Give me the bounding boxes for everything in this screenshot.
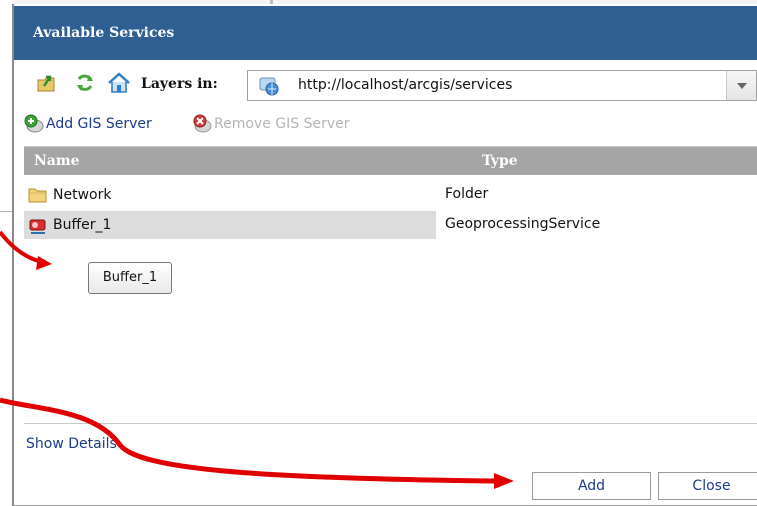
row-type: GeoprocessingService — [445, 216, 601, 232]
geoprocessing-service-icon — [27, 214, 49, 236]
server-url-combobox[interactable]: http://localhost/arcgis/services — [247, 70, 757, 101]
toolbar: Layers in: http://localhost/arcgis/servi… — [14, 64, 757, 108]
folder-icon — [27, 184, 49, 206]
layers-in-label: Layers in: — [141, 76, 218, 92]
remove-server-icon — [192, 114, 212, 134]
drag-tooltip: Buffer_1 — [88, 262, 172, 294]
chevron-down-icon[interactable] — [726, 71, 756, 100]
server-actions: Add GIS Server Remove GIS Server — [24, 112, 724, 136]
table-row[interactable]: Network Folder — [24, 181, 757, 209]
add-server-icon — [24, 114, 44, 134]
add-button[interactable]: Add — [532, 472, 651, 500]
show-details-link[interactable]: Show Details — [26, 436, 117, 452]
name-cell: Buffer_1 — [24, 211, 436, 239]
row-name: Buffer_1 — [53, 217, 112, 233]
column-header-type[interactable]: Type — [482, 153, 518, 169]
row-type: Folder — [445, 186, 489, 202]
remove-gis-server-button[interactable]: Remove GIS Server — [192, 112, 350, 136]
table-row[interactable]: Buffer_1 GeoprocessingService — [24, 211, 757, 239]
close-button[interactable]: Close — [658, 472, 757, 500]
add-gis-server-label: Add GIS Server — [46, 116, 152, 132]
add-gis-server-button[interactable]: Add GIS Server — [24, 112, 152, 136]
background-left-panel — [0, 0, 12, 506]
remove-gis-server-label: Remove GIS Server — [214, 116, 350, 132]
column-header-name[interactable]: Name — [34, 153, 80, 169]
dialog-title-bar[interactable]: Available Services — [14, 6, 757, 60]
grid-header: Name Type — [24, 147, 757, 175]
folder-up-icon[interactable] — [36, 72, 58, 94]
name-cell: Network — [24, 181, 436, 209]
row-name: Network — [53, 187, 112, 203]
background-divider — [0, 211, 12, 212]
available-services-dialog: Available Services Layers in: http://loc… — [12, 4, 757, 506]
home-icon[interactable] — [107, 72, 130, 94]
refresh-icon[interactable] — [74, 72, 96, 94]
server-globe-icon — [258, 75, 280, 97]
dialog-title: Available Services — [33, 25, 175, 41]
server-url-text: http://localhost/arcgis/services — [298, 77, 513, 93]
